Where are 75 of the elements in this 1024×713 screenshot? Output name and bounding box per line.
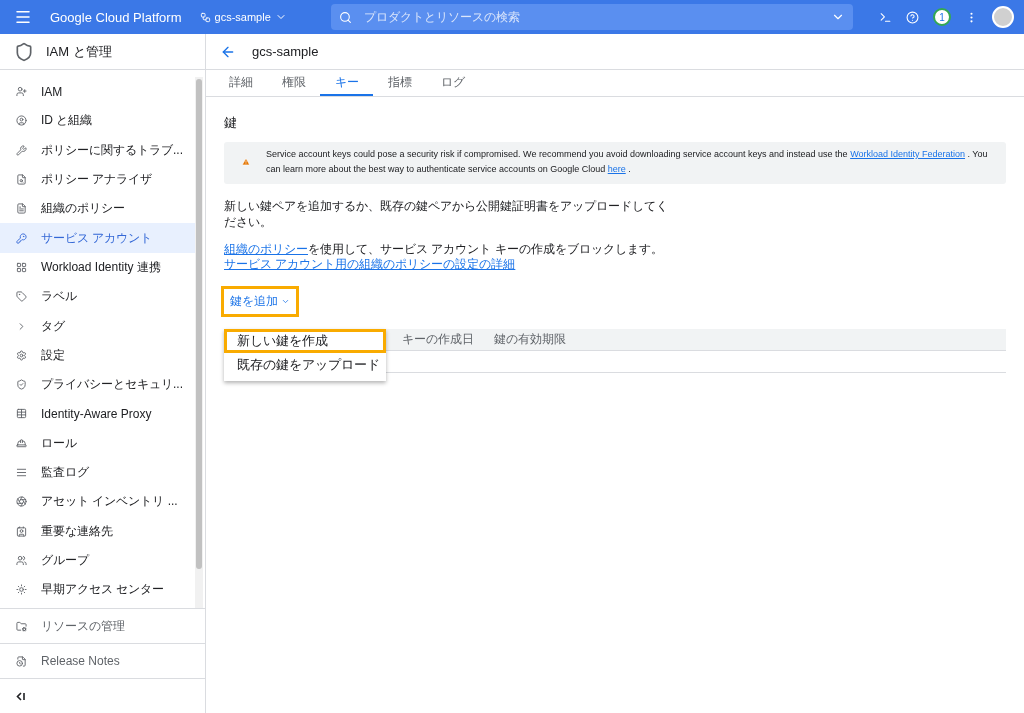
nav-icon [16,203,27,215]
page-title: gcs-sample [252,44,319,59]
column-header: 鍵の有効期限 [494,331,566,348]
sidebar-item[interactable]: アセット インベントリ ... [0,487,195,517]
menu-icon[interactable] [14,8,32,26]
nav-icon [16,584,27,596]
sidebar-item[interactable]: サービス アカウント [0,223,195,253]
tab[interactable]: ログ [426,70,479,96]
nav-icon [16,437,27,449]
sidebar-item[interactable]: 設定 [0,340,195,370]
search-field[interactable]: プロダクトとリソースの検索 [330,4,853,30]
nav-icon [16,379,27,391]
help-icon[interactable] [906,10,919,24]
nav-icon [16,525,27,537]
search-input[interactable]: プロダクトとリソースの検索 [361,9,821,25]
nav-icon [16,86,27,98]
nav-icon [16,655,27,667]
tab[interactable]: 指標 [373,70,426,96]
link[interactable]: Workload Identity Federation [850,149,966,159]
sidebar-item[interactable]: ポリシー アナライザ [0,164,195,195]
link[interactable]: 組織のポリシー [224,242,308,256]
description-text: 新しい鍵ペアを追加するか、既存の鍵ペアから公開鍵証明書をアップロードしてください。 [224,198,669,230]
nav-icon [16,261,27,273]
scrollbar[interactable] [195,77,203,608]
nav-icon [16,115,27,127]
nav-icon [16,554,27,566]
section-title: 鍵 [224,114,238,132]
sidebar-item[interactable]: リソースの管理 [0,608,205,643]
nav-icon [16,496,27,508]
tab[interactable]: キー [320,70,373,96]
nav-icon [16,232,27,244]
menu-item[interactable]: 既存の鍵をアップロード [224,353,386,377]
shield-icon [14,41,34,62]
notification-badge[interactable]: 1 [933,8,951,26]
nav-icon [16,408,27,420]
sidebar-item[interactable]: プライバシーとセキュリ... [0,369,195,400]
sidebar-item[interactable]: グループ [0,545,195,576]
sidebar-item[interactable]: IAM [0,77,195,107]
nav-icon [16,291,27,303]
sidebar-item[interactable]: 重要な連絡先 [0,516,195,546]
product-name: Google Cloud Platform [50,9,182,25]
sidebar-item[interactable]: ID と組織 [0,106,195,136]
project-selector[interactable]: gcs-sample [199,11,287,23]
nav-icon [16,620,27,632]
menu-item[interactable]: 新しい鍵を作成 [224,329,386,353]
nav-icon [16,174,27,186]
column-header: キーの作成日 [402,331,474,348]
collapse-icon[interactable] [16,691,26,701]
link[interactable]: here [607,164,626,174]
nav-icon [16,467,27,478]
link[interactable]: サービス アカウント用の組織のポリシーの設定の詳細 [224,257,516,271]
search-icon [338,10,352,24]
sidebar-item[interactable]: ロール [0,428,195,458]
nav-icon [16,349,27,361]
sidebar-item[interactable]: Workload Identity 連携 [0,252,195,283]
tab[interactable]: 権限 [267,70,320,96]
add-key-button[interactable]: 鍵を追加 [221,286,299,317]
nav-icon [16,144,27,156]
sidebar-item[interactable]: 組織のポリシー [0,194,195,224]
policy-text: 組織のポリシーを使用して、サービス アカウント キーの作成をブロックします。 [224,242,664,257]
warning-icon [242,156,250,168]
sidebar-title: IAM と管理 [46,42,112,61]
avatar[interactable] [992,6,1014,28]
sidebar-item[interactable]: Release Notes [0,643,205,678]
project-icon [199,11,211,23]
sidebar-item[interactable]: ラベル [0,282,195,312]
sidebar-item[interactable]: 監査ログ [0,457,195,488]
warning-text: Service account keys could pose a security risk if compromised. We recommend you avoid downloading service account keys and instead use the Workload Identity Federation . You can learn more about the best way to authenticate service accounts on Google Cloud here . [266,148,989,176]
sidebar-item[interactable]: タグ [0,311,195,341]
caret-icon [281,297,290,306]
sidebar-item[interactable]: 早期アクセス センター [0,575,195,605]
terminal-icon[interactable] [879,10,892,24]
sidebar-item[interactable]: ポリシーに関するトラブ... [0,135,195,165]
tab[interactable]: 詳細 [214,70,267,96]
sidebar-item[interactable]: Identity-Aware Proxy [0,399,195,429]
